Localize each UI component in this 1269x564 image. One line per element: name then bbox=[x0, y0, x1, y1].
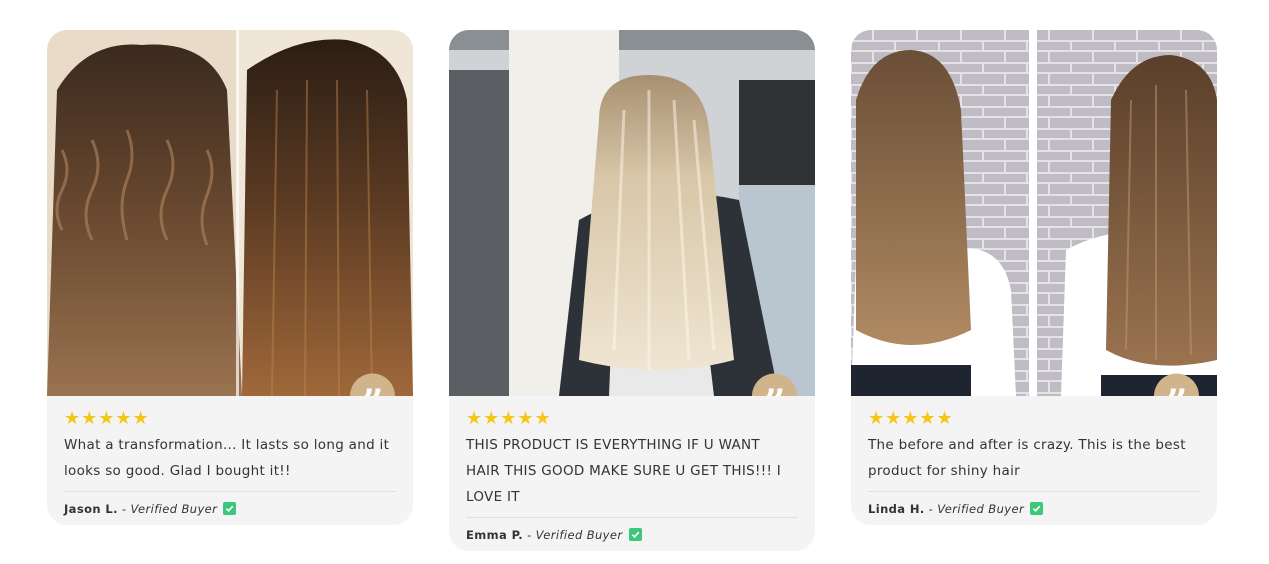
review-photo: ” bbox=[449, 30, 815, 396]
review-photo: ” bbox=[851, 30, 1217, 396]
review-card: ” ★★★★★ THIS PRODUCT IS EVERYTHING IF U … bbox=[449, 30, 815, 551]
check-icon bbox=[628, 528, 642, 541]
separator: - bbox=[121, 501, 127, 516]
star-rating: ★★★★★ bbox=[466, 408, 552, 429]
review-photo: ” bbox=[47, 30, 413, 396]
separator: - bbox=[928, 501, 934, 516]
review-footer: Jason L. - Verified Buyer bbox=[64, 492, 396, 525]
review-card: ” ★★★★★ The before and after is crazy. T… bbox=[851, 30, 1217, 525]
verified-label: Verified Buyer bbox=[937, 501, 1025, 516]
review-text: The before and after is crazy. This is t… bbox=[868, 437, 1186, 479]
author-name: Emma P. bbox=[466, 527, 524, 542]
star-rating: ★★★★★ bbox=[868, 408, 954, 429]
review-footer: Linda H. - Verified Buyer bbox=[868, 492, 1200, 525]
review-footer: Emma P. - Verified Buyer bbox=[466, 518, 798, 551]
check-icon bbox=[1030, 502, 1044, 515]
review-text: What a transformation... It lasts so lon… bbox=[64, 437, 390, 479]
author-name: Jason L. bbox=[64, 501, 118, 516]
star-rating: ★★★★★ bbox=[64, 408, 150, 429]
review-text: THIS PRODUCT IS EVERYTHING IF U WANT HAI… bbox=[466, 437, 782, 505]
review-card: ” ★★★★★ What a transformation... It last… bbox=[47, 30, 413, 525]
verified-label: Verified Buyer bbox=[535, 527, 623, 542]
check-icon bbox=[223, 502, 237, 515]
author-name: Linda H. bbox=[868, 501, 925, 516]
verified-label: Verified Buyer bbox=[130, 501, 218, 516]
separator: - bbox=[527, 527, 532, 542]
